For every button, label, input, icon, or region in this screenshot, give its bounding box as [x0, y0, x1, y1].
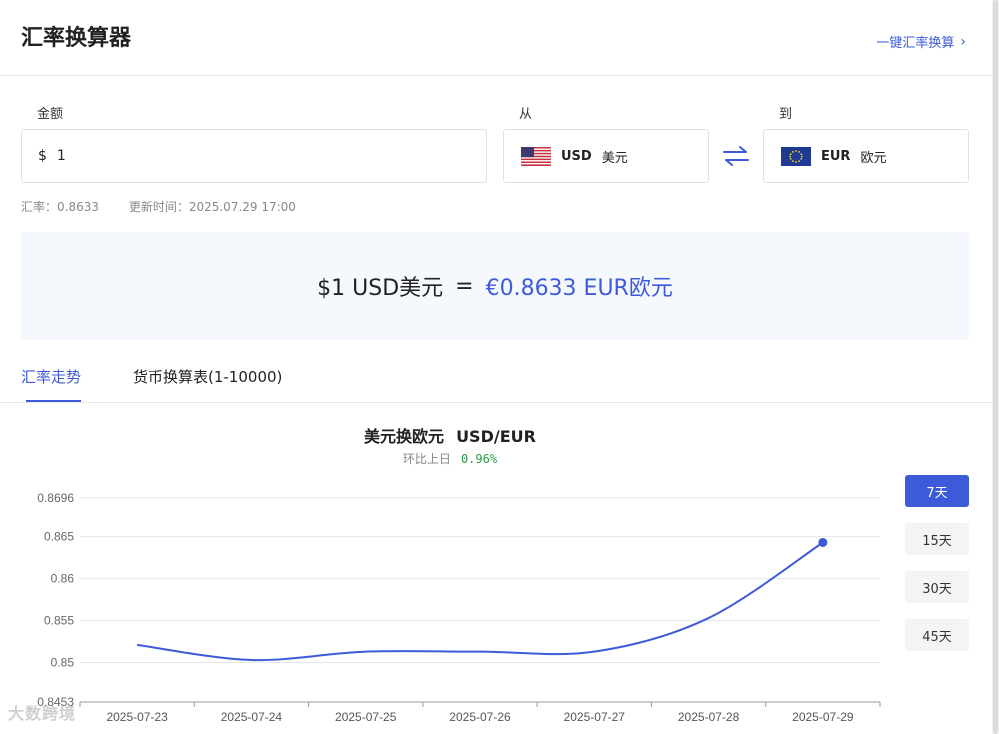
us-flag-icon: [521, 146, 551, 166]
range-7d-button[interactable]: 7天: [905, 475, 969, 507]
change-value: 0.96%: [460, 452, 498, 466]
y-tick-label: 0.865: [44, 530, 74, 544]
eu-flag-icon: [781, 146, 811, 166]
change-label: 环比上日: [402, 452, 451, 466]
rate-meta: 汇率：0.8633 更新时间：2025.07.29 17:00: [21, 198, 296, 215]
to-currency-name: 欧元: [860, 150, 887, 166]
x-tick-label: 2025-07-28: [678, 710, 740, 724]
from-currency-select[interactable]: USD 美元: [503, 129, 709, 183]
amount-label: 金额: [37, 107, 64, 122]
tab-rate-trend[interactable]: 汇率走势: [21, 366, 81, 387]
range-30d-button[interactable]: 30天: [905, 571, 969, 603]
chart-title: 美元换欧元 USD/EUR: [0, 423, 900, 447]
chart-change: 环比上日 0.96%: [0, 450, 900, 467]
swap-currencies-icon[interactable]: [722, 144, 750, 168]
x-tick-label: 2025-07-29: [792, 710, 854, 724]
quick-convert-link[interactable]: 一键汇率换算 ›: [876, 32, 966, 52]
chevron-right-icon: ›: [960, 33, 966, 50]
x-tick-label: 2025-07-24: [221, 710, 283, 724]
y-tick-label: 0.855: [44, 614, 74, 628]
last-data-point: [818, 537, 828, 547]
series-line: [137, 541, 824, 662]
y-tick-label: 0.86: [51, 572, 75, 586]
x-tick-label: 2025-07-26: [449, 710, 511, 724]
y-tick-label: 0.8696: [37, 491, 74, 505]
quick-convert-label: 一键汇率换算: [876, 36, 955, 51]
rate-text: 汇率：0.8633: [21, 200, 99, 214]
chart-pair: USD/EUR: [456, 427, 536, 446]
conversion-result: $1 USD美元 = €0.8633 EUR欧元: [21, 232, 969, 340]
to-label: 到: [779, 107, 793, 122]
x-tick-label: 2025-07-23: [106, 710, 168, 724]
range-15d-button[interactable]: 15天: [905, 523, 969, 555]
tab-bar: 汇率走势 货币换算表(1-10000): [0, 352, 992, 403]
result-target: €0.8633 EUR欧元: [485, 276, 673, 301]
scrollbar-thumb[interactable]: [993, 0, 998, 734]
amount-value: 1: [56, 148, 66, 164]
from-label: 从: [519, 107, 533, 122]
result-equals: =: [455, 273, 474, 299]
range-45d-button[interactable]: 45天: [905, 619, 969, 651]
amount-input[interactable]: $ 1: [21, 129, 487, 183]
watermark: 大数跨境: [8, 704, 77, 723]
page-header: 汇率换算器 一键汇率换算 ›: [0, 0, 992, 76]
y-tick-label: 0.85: [51, 656, 75, 670]
result-source: $1 USD美元: [317, 276, 444, 301]
page-title: 汇率换算器: [21, 26, 132, 51]
x-tick-label: 2025-07-27: [564, 710, 626, 724]
amount-currency-symbol: $: [38, 148, 47, 164]
x-tick-label: 2025-07-25: [335, 710, 397, 724]
scrollbar[interactable]: [992, 0, 999, 734]
update-time-text: 更新时间：2025.07.29 17:00: [128, 200, 296, 214]
from-currency-code: USD: [561, 148, 592, 164]
to-currency-select[interactable]: EUR 欧元: [763, 129, 969, 183]
rate-trend-chart: 0.84530.850.8550.860.8650.86962025-07-23…: [37, 491, 881, 724]
active-tab-indicator: [26, 400, 81, 402]
from-currency-name: 美元: [601, 150, 628, 166]
to-currency-code: EUR: [821, 148, 851, 164]
chart-title-text: 美元换欧元: [364, 427, 445, 446]
tab-conversion-table[interactable]: 货币换算表(1-10000): [133, 366, 282, 387]
